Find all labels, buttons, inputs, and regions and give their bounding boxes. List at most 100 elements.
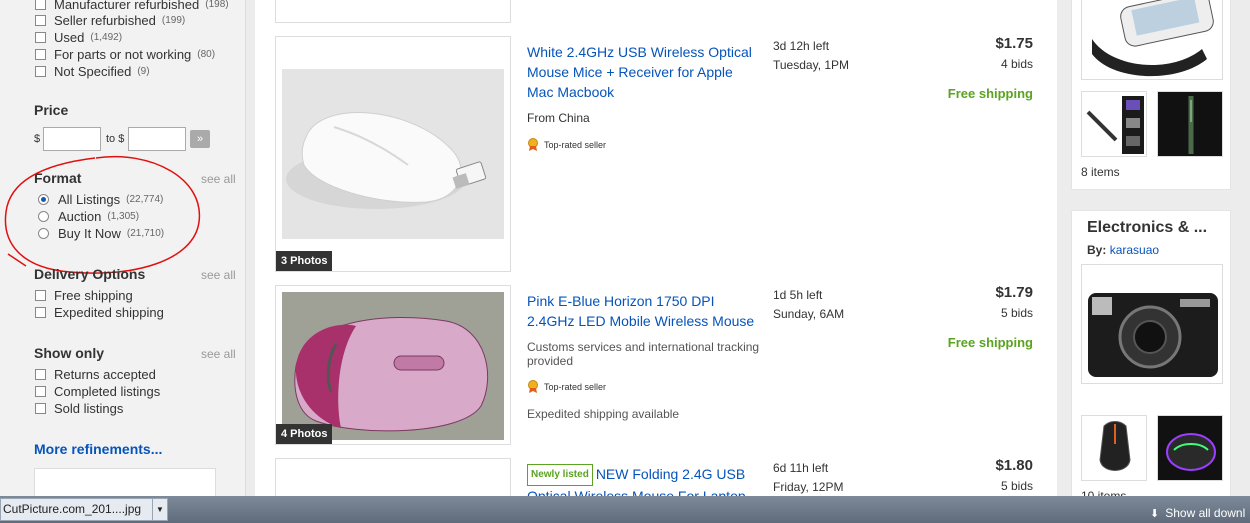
listing-title-link[interactable]: Pink E-Blue Horizon 1750 DPI 2.4GHz LED … (527, 291, 757, 331)
item-count: (199) (161, 14, 186, 26)
listing-thumbnail[interactable]: 3 Photos (275, 36, 511, 272)
more-refinements-link[interactable]: More refinements... (34, 441, 162, 457)
download-arrow-icon: ⬇ (1150, 507, 1160, 520)
double-chevron-right-icon: » (196, 133, 204, 145)
store-item-thumbnail[interactable] (1081, 415, 1147, 481)
store-item-thumbnail[interactable] (1081, 91, 1147, 157)
listing-price: $1.80 (995, 457, 1033, 474)
photo-count-badge: 3 Photos (276, 251, 333, 271)
free-shipping-filter[interactable]: Free shipping (35, 287, 133, 303)
show-all-downloads-link[interactable]: ⬇ Show all downl (1150, 506, 1245, 520)
listing-price: $1.75 (995, 35, 1033, 52)
newly-listed-badge: Newly listed (527, 464, 593, 486)
bid-count[interactable]: 5 bids (1001, 479, 1033, 493)
delivery-see-all-link[interactable]: see all (201, 268, 236, 282)
by-label: By: (1087, 243, 1107, 257)
phone-case-image (1092, 0, 1214, 77)
checkbox-label: Not Specified (54, 63, 132, 79)
previous-listing-thumbnail[interactable] (275, 0, 511, 23)
screwdriver-image (1188, 96, 1194, 154)
download-bar (0, 496, 1250, 523)
checkbox-label: For parts or not working (54, 46, 192, 62)
condition-manufacturer-refurbished[interactable]: Manufacturer refurbished (198) (35, 0, 229, 12)
checkbox[interactable] (35, 48, 46, 60)
sidebar-ad-box (34, 468, 216, 498)
condition-used[interactable]: Used (1,492) (35, 29, 122, 45)
free-shipping-label: Free shipping (947, 335, 1033, 350)
download-file-name: CutPicture.com_201....jpg (3, 502, 142, 516)
seller-link[interactable]: karasuao (1110, 243, 1159, 257)
store-item-thumbnail[interactable] (1157, 91, 1223, 157)
time-left: 1d 5h left (773, 288, 823, 302)
end-time: Sunday, 6AM (773, 307, 845, 321)
show-only-see-all-link[interactable]: see all (201, 347, 236, 361)
checkbox-label: Sold listings (54, 400, 124, 416)
condition-for-parts[interactable]: For parts or not working (80) (35, 46, 215, 62)
time-left: 3d 12h left (773, 39, 830, 53)
store-byline: By: karasuao (1087, 243, 1159, 257)
item-count: (198) (205, 0, 229, 10)
listing-price: $1.79 (995, 284, 1033, 301)
checkbox[interactable] (35, 0, 46, 10)
checkbox[interactable] (35, 306, 46, 318)
completed-listings-filter[interactable]: Completed listings (35, 383, 160, 399)
checkbox[interactable] (35, 31, 46, 43)
free-shipping-label: Free shipping (947, 86, 1033, 101)
expedited-shipping-note: Expedited shipping available (527, 407, 680, 421)
listing-title-link[interactable]: White 2.4GHz USB Wireless Optical Mouse … (527, 42, 757, 102)
top-rated-seller-badge: Top-rated seller (527, 138, 606, 152)
top-rated-label: Top-rated seller (544, 382, 607, 392)
checkbox[interactable] (35, 14, 46, 26)
top-rated-seller-badge: Top-rated seller (527, 380, 606, 394)
checkbox-label: Free shipping (54, 287, 133, 303)
checkbox-label: Completed listings (54, 383, 161, 399)
checkbox[interactable] (35, 385, 46, 397)
store-main-image[interactable] (1081, 0, 1223, 80)
store-main-image[interactable] (1081, 264, 1223, 384)
checkbox-label: Used (54, 29, 85, 45)
returns-accepted-filter[interactable]: Returns accepted (35, 366, 156, 382)
store-item-thumbnail[interactable] (1157, 415, 1223, 481)
item-count: (9) (137, 65, 150, 77)
photo-count-badge: 4 Photos (276, 424, 333, 444)
checkbox-label: Returns accepted (54, 366, 156, 382)
sold-listings-filter[interactable]: Sold listings (35, 400, 123, 416)
pink-mouse-image (282, 292, 504, 440)
condition-seller-refurbished[interactable]: Seller refurbished (199) (35, 12, 185, 28)
store-title[interactable]: Electronics & ... (1087, 219, 1207, 237)
top-rated-medal-icon (528, 380, 538, 393)
expedited-shipping-filter[interactable]: Expedited shipping (35, 304, 164, 320)
checkbox-label: Seller refurbished (54, 12, 156, 28)
show-only-heading: Show only (34, 345, 104, 361)
download-item[interactable]: CutPicture.com_201....jpg ▼ (0, 498, 168, 521)
store-items-count: 8 items (1081, 165, 1120, 179)
time-left: 6d 11h left (773, 461, 829, 475)
bid-count[interactable]: 5 bids (1001, 306, 1033, 320)
chevron-down-icon[interactable]: ▼ (152, 499, 167, 520)
checkbox[interactable] (35, 65, 46, 77)
bid-count[interactable]: 4 bids (1001, 57, 1033, 71)
max-price-input[interactable] (128, 127, 186, 151)
end-time: Tuesday, 1PM (773, 58, 850, 72)
red-circle-annotation (4, 156, 201, 274)
item-count: (80) (197, 48, 216, 60)
price-submit-button[interactable]: » (190, 130, 210, 148)
checkbox-label: Expedited shipping (54, 304, 164, 320)
white-mouse-image (282, 69, 504, 239)
price-to-label: to $ (106, 133, 125, 145)
min-price-input[interactable] (43, 127, 101, 151)
led-mouse-image (1166, 433, 1216, 471)
gaming-mouse-image (1099, 421, 1131, 471)
show-all-label: Show all downl (1165, 506, 1246, 520)
currency-label: $ (34, 133, 41, 145)
top-rated-medal-icon (528, 138, 538, 151)
listing-thumbnail[interactable]: 4 Photos (275, 285, 511, 445)
end-time: Friday, 12PM (773, 480, 844, 494)
item-count: (1,492) (90, 31, 123, 43)
customs-services-note: Customs services and international track… (527, 340, 760, 368)
checkbox[interactable] (35, 402, 46, 414)
condition-not-specified[interactable]: Not Specified (9) (35, 63, 150, 79)
item-origin: From China (527, 111, 590, 125)
checkbox[interactable] (35, 368, 46, 380)
checkbox[interactable] (35, 289, 46, 301)
